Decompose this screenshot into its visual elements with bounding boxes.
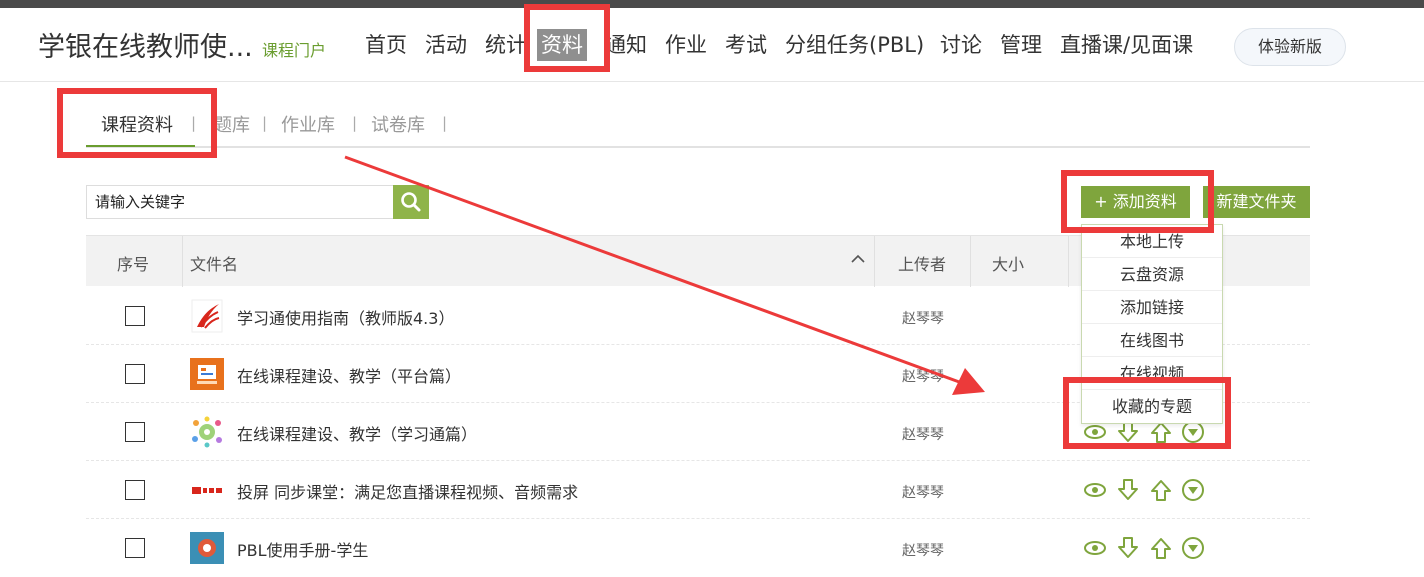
ppt-file-icon [190, 358, 224, 390]
col-divider [182, 236, 183, 287]
nav-activities[interactable]: 活动 [425, 30, 467, 60]
tab-separator: | [262, 114, 268, 132]
nav-home[interactable]: 首页 [365, 30, 407, 60]
col-index: 序号 [117, 255, 150, 274]
video-file-icon [190, 486, 224, 496]
menu-item-cloud-resources[interactable]: 云盘资源 [1082, 258, 1222, 291]
uploader: 赵琴琴 [902, 311, 944, 327]
uploader: 赵琴琴 [902, 427, 944, 443]
table-row[interactable]: 投屏 同步课堂：满足您直播课程视频、音频需求 赵琴琴 [86, 461, 1310, 519]
row-checkbox[interactable] [125, 306, 145, 326]
col-divider [970, 236, 971, 287]
row-checkbox[interactable] [125, 364, 145, 384]
col-filename[interactable]: 文件名 [190, 251, 238, 275]
nav-live[interactable]: 直播课/见面课 [1060, 30, 1193, 60]
file-name[interactable]: 学习通使用指南（教师版4.3） [237, 305, 454, 329]
col-divider [1068, 236, 1069, 287]
col-divider [874, 236, 875, 287]
try-new-version-button[interactable]: 体验新版 [1234, 28, 1346, 66]
uploader: 赵琴琴 [902, 485, 944, 501]
file-name[interactable]: 在线课程建设、教学（平台篇） [237, 363, 461, 387]
sort-up-icon[interactable] [850, 253, 866, 265]
tab-separator: | [352, 114, 358, 132]
nav-homework[interactable]: 作业 [665, 30, 707, 60]
row-checkbox[interactable] [125, 422, 145, 442]
eye-icon[interactable] [1082, 477, 1108, 503]
tab-separator: | [442, 114, 448, 132]
nav-pbl[interactable]: 分组任务(PBL) [785, 30, 924, 60]
download-icon[interactable] [1115, 477, 1141, 503]
image-file-icon [192, 416, 222, 448]
nav-notices[interactable]: 通知 [605, 30, 647, 60]
xuexitong-logo-icon [191, 299, 223, 333]
more-icon[interactable] [1180, 535, 1206, 561]
new-folder-button[interactable]: 新建文件夹 [1203, 186, 1310, 218]
site-title[interactable]: 学银在线教师使... [38, 25, 253, 64]
uploader: 赵琴琴 [902, 543, 944, 559]
annotation-box-favorite-topics [1063, 377, 1231, 449]
file-name[interactable]: 投屏 同步课堂：满足您直播课程视频、音频需求 [237, 479, 578, 503]
row-checkbox[interactable] [125, 480, 145, 500]
course-portal-link[interactable]: 课程门户 [262, 37, 326, 61]
more-icon[interactable] [1180, 477, 1206, 503]
nav-exams[interactable]: 考试 [725, 30, 767, 60]
annotation-box-nav [524, 4, 610, 72]
menu-item-online-books[interactable]: 在线图书 [1082, 324, 1222, 357]
annotation-box-subtab [57, 88, 217, 158]
search-button[interactable] [393, 185, 429, 219]
file-name[interactable]: PBL使用手册-学生 [237, 537, 368, 561]
tab-question-bank[interactable]: 题库 [214, 111, 250, 137]
upload-icon[interactable] [1148, 477, 1174, 503]
search-input[interactable] [86, 185, 394, 219]
pdf-file-icon [190, 532, 224, 564]
table-row[interactable]: PBL使用手册-学生 赵琴琴 [86, 519, 1310, 577]
col-size: 大小 [992, 255, 1025, 274]
nav-stats[interactable]: 统计 [485, 30, 527, 60]
header: 学银在线教师使... 课程门户 首页 活动 统计 资料 通知 作业 考试 分组任… [0, 8, 1424, 82]
upload-icon[interactable] [1148, 535, 1174, 561]
annotation-box-add-button [1061, 170, 1214, 233]
row-checkbox[interactable] [125, 538, 145, 558]
file-name[interactable]: 在线课程建设、教学（学习通篇） [237, 421, 477, 445]
menu-item-add-link[interactable]: 添加链接 [1082, 291, 1222, 324]
subtabs: 课程资料 | 题库 | 作业库 | 试卷库 | [86, 100, 1310, 148]
uploader: 赵琴琴 [902, 369, 944, 385]
tab-exam-bank[interactable]: 试卷库 [371, 111, 425, 137]
search-icon [401, 192, 421, 212]
download-icon[interactable] [1115, 535, 1141, 561]
nav-discussion[interactable]: 讨论 [940, 30, 982, 60]
tab-homework-bank[interactable]: 作业库 [281, 111, 335, 137]
col-uploader: 上传者 [898, 255, 947, 274]
eye-icon[interactable] [1082, 535, 1108, 561]
top-bar [0, 0, 1424, 8]
nav-manage[interactable]: 管理 [1000, 30, 1042, 60]
